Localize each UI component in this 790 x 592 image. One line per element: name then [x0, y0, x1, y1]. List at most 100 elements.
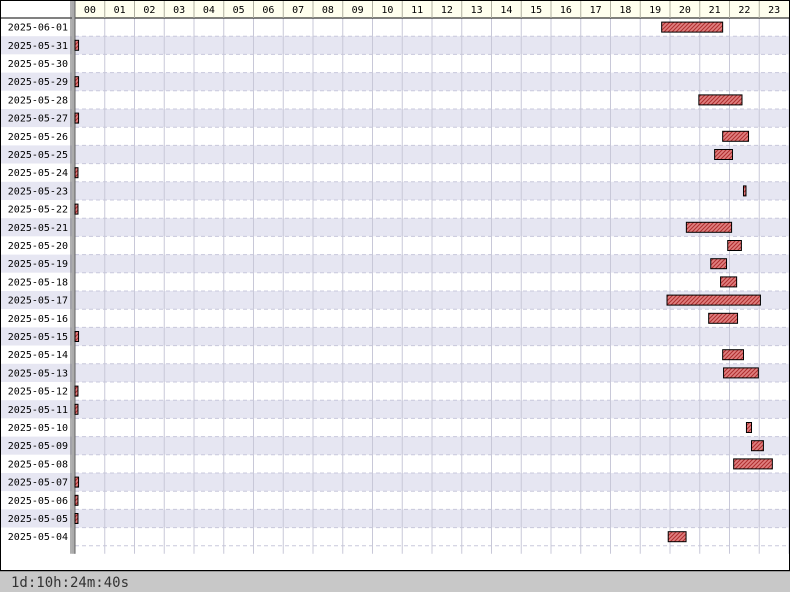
- duration-bar: [666, 294, 761, 306]
- row-date-label: 2025-05-22: [8, 205, 68, 216]
- row-band: [0, 491, 790, 510]
- x-tick-label: 02: [143, 5, 155, 16]
- row-band: [0, 181, 790, 200]
- row-band: [0, 163, 790, 182]
- duration-bar: [722, 349, 744, 361]
- row-band: [0, 363, 790, 382]
- duration-bar: [74, 403, 79, 415]
- row-date-label: 2025-05-07: [8, 478, 68, 489]
- row-band: [0, 236, 790, 255]
- x-tick-label: 11: [411, 5, 423, 16]
- x-tick-label: 13: [471, 5, 483, 16]
- x-tick-label: 15: [530, 5, 542, 16]
- x-tick-label: 18: [619, 5, 631, 16]
- duration-bar: [74, 167, 79, 179]
- duration-bar: [74, 39, 80, 51]
- x-tick-label: 01: [114, 5, 126, 16]
- row-date-label: 2025-05-09: [8, 441, 68, 452]
- row-date-label: 2025-05-06: [8, 496, 68, 507]
- row-date-label: 2025-05-25: [8, 150, 68, 161]
- row-band: [0, 218, 790, 237]
- row-date-label: 2025-05-16: [8, 314, 68, 325]
- x-tick-label: 10: [381, 5, 393, 16]
- row-band: [0, 90, 790, 109]
- row-band: [0, 509, 790, 528]
- row-date-label: 2025-05-04: [8, 532, 68, 543]
- row-band: [0, 473, 790, 492]
- x-tick-label: 16: [560, 5, 572, 16]
- x-tick-label: 20: [679, 5, 691, 16]
- row-band: [0, 454, 790, 473]
- row-band: [0, 545, 790, 554]
- row-band: [0, 254, 790, 273]
- duration-bar: [667, 531, 687, 543]
- row-date-label: 2025-05-08: [8, 459, 68, 470]
- row-date-label: 2025-05-15: [8, 332, 68, 343]
- row-date-label: 2025-05-31: [8, 41, 68, 52]
- duration-bar: [723, 367, 759, 379]
- x-tick-label: 14: [500, 5, 512, 16]
- row-band: [0, 418, 790, 437]
- x-tick-label: 03: [173, 5, 185, 16]
- row-band: [0, 145, 790, 164]
- row-date-label: 2025-05-24: [8, 168, 68, 179]
- row-date-label: 2025-05-23: [8, 186, 68, 197]
- x-tick-label: 06: [262, 5, 274, 16]
- duration-bar: [74, 76, 80, 88]
- duration-bar: [714, 149, 733, 160]
- footer-bar: 1d:10h:24m:40s: [0, 571, 790, 592]
- row-band: [0, 327, 790, 346]
- duration-bar: [733, 458, 773, 470]
- x-tick-label: 19: [649, 5, 661, 16]
- row-band: [0, 272, 790, 291]
- total-duration-label: 1d:10h:24m:40s: [11, 575, 130, 591]
- x-tick-label: 07: [292, 5, 304, 16]
- row-band: [0, 36, 790, 55]
- x-tick-label: 00: [84, 5, 96, 16]
- x-tick-label: 17: [590, 5, 602, 16]
- x-tick-label: 05: [233, 5, 245, 16]
- row-date-label: 2025-05-30: [8, 59, 68, 70]
- row-date-label: 2025-05-28: [8, 95, 68, 106]
- x-tick-label: 21: [709, 5, 721, 16]
- row-band: [0, 436, 790, 455]
- row-band: [0, 109, 790, 128]
- row-date-label: 2025-06-01: [8, 23, 68, 34]
- row-band: [0, 54, 790, 73]
- row-band: [0, 127, 790, 146]
- row-date-label: 2025-05-12: [8, 387, 68, 398]
- row-band: [0, 200, 790, 219]
- row-date-label: 2025-05-29: [8, 77, 68, 88]
- x-tick-label: 09: [352, 5, 364, 16]
- row-date-label: 2025-05-21: [8, 223, 68, 234]
- duration-bar: [708, 312, 739, 324]
- row-band: [0, 400, 790, 419]
- duration-bar: [727, 240, 742, 251]
- row-date-label: 2025-05-18: [8, 277, 68, 288]
- duration-bar: [742, 185, 747, 197]
- duration-bar: [720, 276, 738, 288]
- row-date-label: 2025-05-10: [8, 423, 68, 434]
- row-date-label: 2025-05-19: [8, 259, 68, 270]
- duration-bar: [74, 385, 79, 397]
- duration-bar: [74, 203, 79, 215]
- row-date-label: 2025-05-20: [8, 241, 68, 252]
- x-tick-label: 12: [441, 5, 453, 16]
- duration-bar: [698, 94, 743, 106]
- row-band: [0, 345, 790, 364]
- duration-bar: [74, 513, 79, 524]
- duration-bar: [722, 130, 750, 142]
- duration-bar: [685, 221, 733, 233]
- duration-bar: [751, 440, 764, 452]
- gantt-chart: 00 01 02 03 04 05 06 07 08 09 10 11 12 13 14 15 16 17 18 19…: [0, 0, 790, 592]
- x-tick-label: 04: [203, 5, 215, 16]
- duration-bar: [74, 331, 80, 342]
- duration-bar: [745, 422, 753, 433]
- x-tick-label: 23: [768, 5, 780, 16]
- duration-bar: [710, 258, 728, 270]
- row-date-label: 2025-05-14: [8, 350, 68, 361]
- duration-bar: [74, 112, 80, 124]
- chart-canvas: 00 01 02 03 04 05 06 07 08 09 10 11 12 13 14 15 16 17 18 19…: [0, 0, 790, 571]
- row-date-label: 2025-05-27: [8, 114, 68, 125]
- x-tick-label: 22: [738, 5, 750, 16]
